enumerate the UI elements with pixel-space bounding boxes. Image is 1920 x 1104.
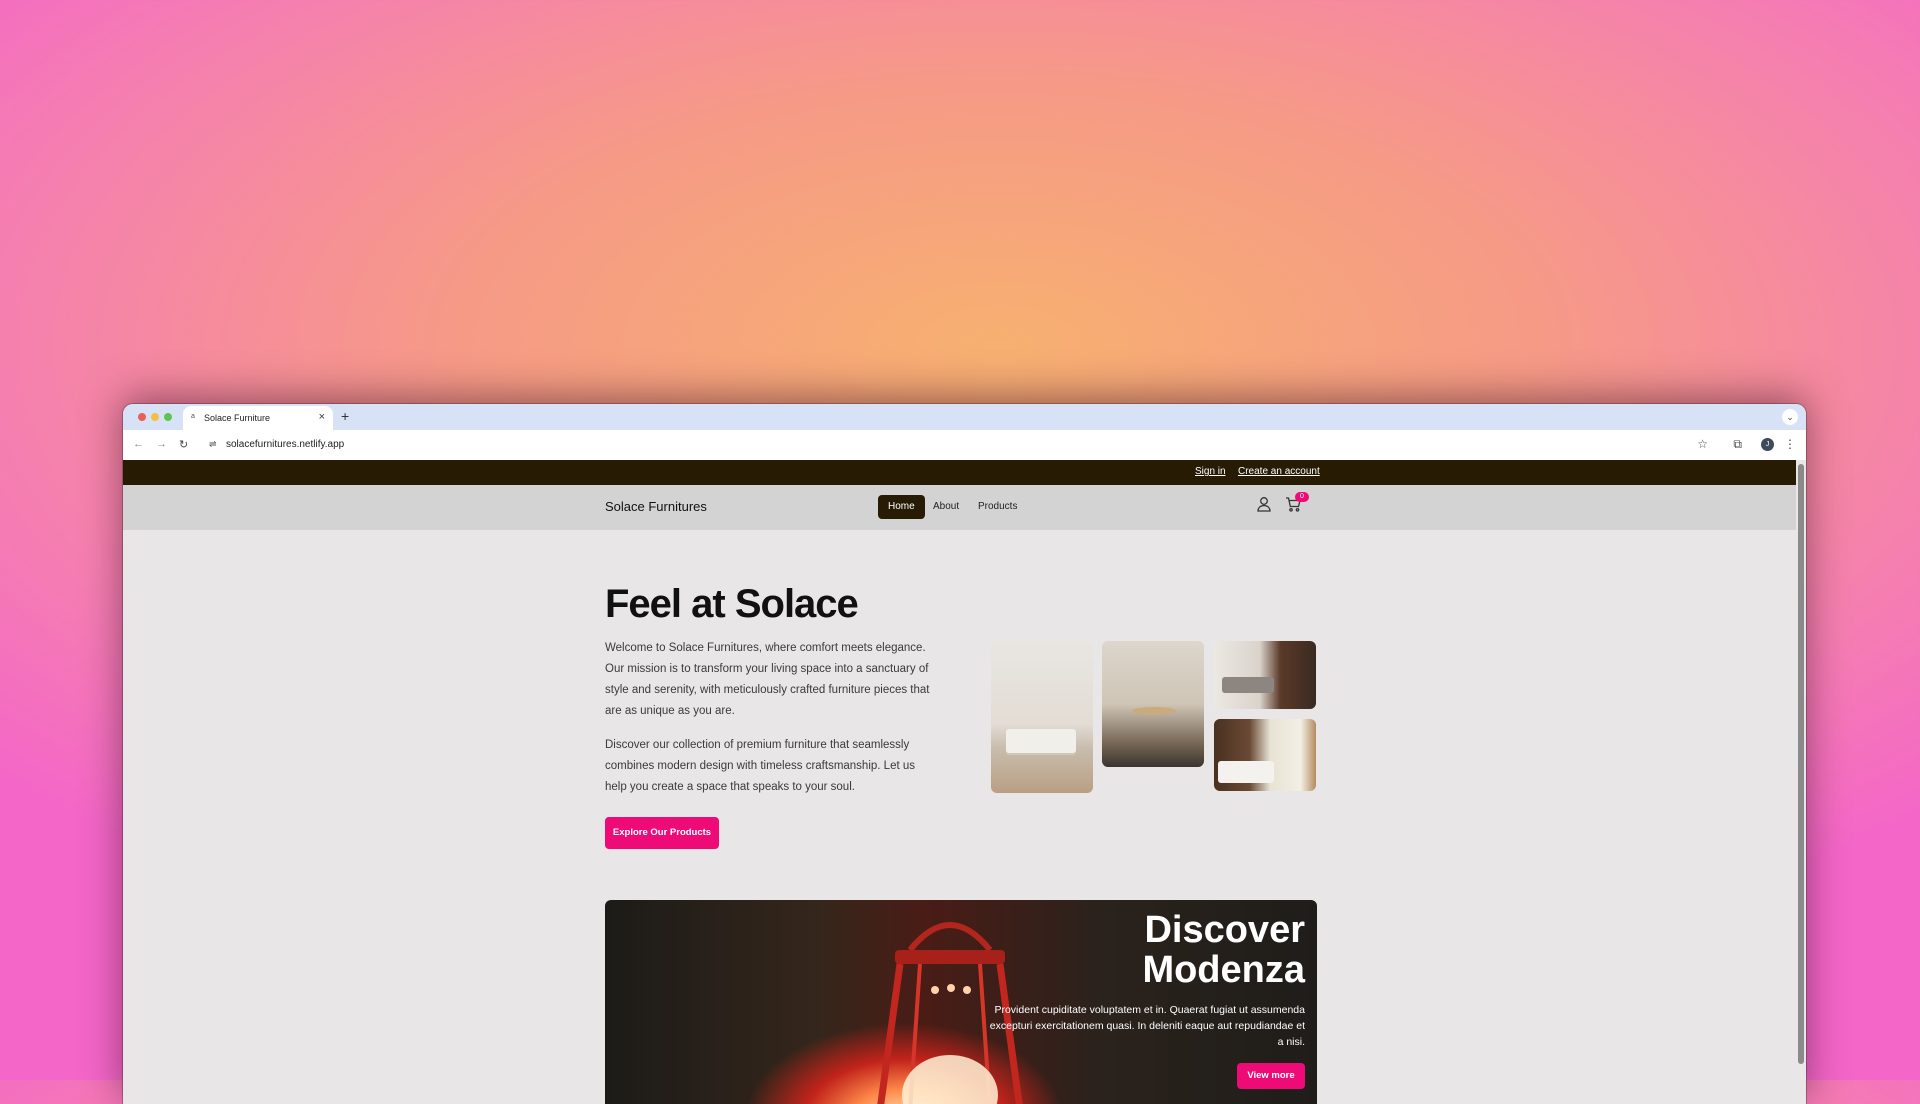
nav-products[interactable]: Products: [968, 495, 1027, 519]
web-page: Sign in Create an account Solace Furnitu…: [123, 460, 1796, 1104]
favicon-icon: a: [191, 413, 195, 420]
sign-in-link[interactable]: Sign in: [1195, 466, 1226, 477]
nav-home[interactable]: Home: [878, 495, 925, 519]
banner-title: Discover Modenza: [1142, 909, 1305, 991]
address-bar[interactable]: solacefurnitures.netlify.app: [226, 439, 344, 450]
brand-logo[interactable]: Solace Furnitures: [605, 499, 707, 514]
site-info-icon[interactable]: ⇌: [209, 439, 217, 450]
browser-menu-icon[interactable]: ⋮: [1784, 437, 1796, 451]
tab-close-icon[interactable]: ×: [319, 411, 325, 423]
minimize-window-button[interactable]: [151, 413, 159, 421]
profile-avatar[interactable]: J: [1761, 438, 1774, 451]
forward-icon[interactable]: →: [156, 438, 167, 450]
new-tab-icon[interactable]: +: [341, 408, 349, 424]
living-room-photo: [991, 641, 1093, 793]
tab-title: Solace Furniture: [204, 413, 271, 423]
create-account-link[interactable]: Create an account: [1238, 466, 1320, 477]
page-scrollbar[interactable]: [1798, 464, 1804, 1064]
browser-window: a Solace Furniture × + ⌄ ← → ↻ ⇌ solacef…: [123, 404, 1806, 1104]
banner-text: Provident cupiditate voluptatem et in. Q…: [989, 1004, 1305, 1048]
hero-title: Feel at Solace: [605, 582, 859, 626]
lounge-photo: [1214, 641, 1316, 709]
user-icon[interactable]: [1257, 496, 1271, 517]
view-more-button[interactable]: View more: [1237, 1063, 1305, 1089]
reload-icon[interactable]: ↻: [179, 438, 188, 451]
explore-products-button[interactable]: Explore Our Products: [605, 817, 719, 849]
top-bar: Sign in Create an account: [123, 460, 1796, 485]
main-navbar: Solace Furnitures Home About Products 0: [123, 485, 1796, 530]
bookmark-star-icon[interactable]: ☆: [1697, 437, 1708, 451]
browser-tab[interactable]: a Solace Furniture ×: [183, 406, 333, 430]
hero-paragraph-2: Discover our collection of premium furni…: [605, 739, 916, 793]
hero-paragraph-1: Welcome to Solace Furnitures, where comf…: [605, 642, 930, 717]
extensions-icon[interactable]: ⧉: [1733, 437, 1742, 452]
dining-room-photo: [1102, 641, 1204, 767]
cart-count-badge: 0: [1295, 492, 1309, 502]
nav-about[interactable]: About: [923, 495, 969, 519]
back-icon[interactable]: ←: [133, 438, 144, 450]
modenza-banner: Discover Modenza Provident cupiditate vo…: [605, 900, 1317, 1104]
close-window-button[interactable]: [138, 413, 146, 421]
tab-strip: a Solace Furniture × + ⌄: [123, 404, 1806, 430]
bedroom-photo: [1214, 719, 1316, 791]
maximize-window-button[interactable]: [164, 413, 172, 421]
tab-search-icon[interactable]: ⌄: [1782, 409, 1798, 425]
browser-toolbar: ← → ↻ ⇌ solacefurnitures.netlify.app ☆ ⧉…: [123, 430, 1806, 460]
